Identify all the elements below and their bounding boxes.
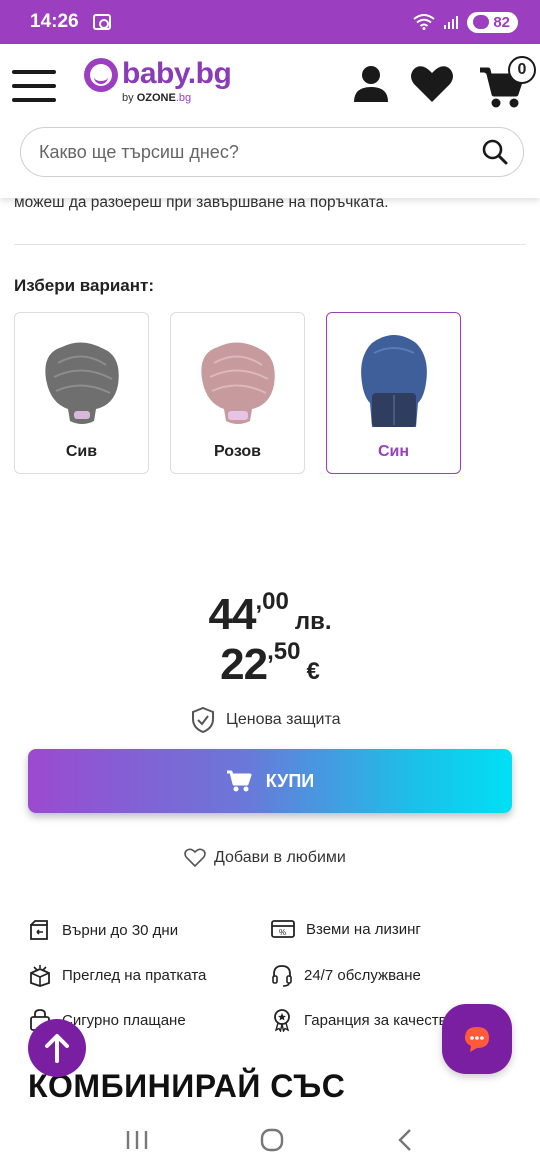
price-protection-label: Ценова защита	[226, 711, 341, 728]
benefit-support: 24/7 обслужване	[270, 963, 421, 987]
benefit-label: Гаранция за качество	[304, 1011, 455, 1029]
footmuff-pink-image	[200, 342, 275, 424]
benefit-label: Сигурно плащане	[62, 1011, 186, 1029]
price-eur-integer: 22	[220, 640, 268, 689]
battery-indicator: 82	[467, 11, 518, 33]
search-icon[interactable]	[481, 138, 509, 166]
price-bgn-decimal: ,00	[255, 588, 289, 615]
open-box-icon	[30, 965, 50, 987]
screenshot-icon	[92, 14, 111, 30]
variant-label: Син	[377, 443, 410, 460]
add-to-favorites[interactable]: Добави в любими	[184, 848, 346, 868]
combine-section-title: КОМБИНИРАЙ СЪС	[28, 1068, 346, 1104]
status-time: 14:26	[30, 11, 79, 32]
buy-button-label: КУПИ	[265, 770, 315, 791]
benefit-label: Върни до 30 дни	[62, 921, 179, 939]
award-icon	[274, 1009, 290, 1032]
variant-label: Розов	[214, 443, 261, 460]
cart-count-badge: 0	[508, 56, 536, 84]
baby-face-icon	[84, 58, 118, 92]
search-bar	[20, 127, 524, 177]
recent-apps-icon[interactable]	[125, 1129, 149, 1151]
svg-text:%: %	[279, 928, 286, 937]
chat-bubble-icon	[465, 1027, 489, 1052]
site-logo[interactable]: baby.bg by OZONE.bg	[84, 57, 232, 104]
android-nav-bar	[0, 1110, 540, 1170]
benefit-return: Върни до 30 дни	[28, 918, 178, 942]
price-bgn: 44,00лв.	[0, 588, 540, 640]
price-protection[interactable]: Ценова защита	[190, 706, 341, 734]
variant-option-grey[interactable]: Сив	[14, 312, 149, 474]
signal-icon	[443, 14, 459, 30]
scroll-to-top-button[interactable]	[28, 1019, 86, 1077]
heart-icon[interactable]	[410, 64, 454, 104]
chat-button[interactable]	[442, 1004, 512, 1074]
status-bar: 14:26 82	[0, 0, 540, 44]
variant-title: Избери вариант:	[14, 276, 154, 295]
variant-option-pink[interactable]: Розов	[170, 312, 305, 474]
buy-button[interactable]: КУПИ	[28, 749, 512, 813]
benefit-quality: Гаранция за качество	[270, 1008, 455, 1032]
benefit-leasing: % Вземи на лизинг	[270, 918, 421, 940]
site-header: baby.bg by OZONE.bg 0	[0, 44, 540, 198]
heart-outline-icon	[184, 848, 206, 868]
home-icon[interactable]	[259, 1127, 285, 1153]
logo-main-text: baby.bg	[122, 57, 232, 90]
headset-icon	[272, 965, 292, 987]
arrow-up-icon	[45, 1034, 69, 1063]
menu-icon[interactable]	[12, 70, 56, 102]
variant-option-blue[interactable]: Син	[326, 312, 461, 474]
footmuff-blue-image	[360, 335, 427, 427]
leasing-card-icon: %	[271, 920, 295, 938]
back-icon[interactable]	[395, 1128, 415, 1152]
user-icon[interactable]	[352, 64, 390, 104]
battery-icon	[473, 15, 490, 29]
add-to-favorites-label: Добави в любими	[214, 849, 346, 866]
benefit-label: Преглед на пратката	[62, 966, 207, 984]
return-box-icon	[30, 920, 48, 940]
price-bgn-integer: 44	[208, 590, 257, 639]
logo-subtext: by OZONE.bg	[122, 92, 192, 104]
battery-level: 82	[493, 13, 510, 31]
search-input[interactable]	[39, 141, 481, 163]
price-bgn-currency: лв.	[294, 608, 332, 635]
wifi-icon	[413, 14, 435, 30]
price-eur-decimal: ,50	[267, 638, 301, 665]
benefit-inspect: Преглед на пратката	[28, 963, 206, 987]
variant-label: Сив	[65, 443, 98, 460]
price-eur-currency: €	[306, 658, 320, 685]
price-eur: 22,50€	[0, 638, 540, 690]
variant-list: Сив Розов Син	[14, 312, 461, 474]
divider	[14, 244, 526, 245]
benefit-label: 24/7 обслужване	[304, 966, 421, 984]
benefit-label: Вземи на лизинг	[306, 920, 421, 938]
shield-check-icon	[192, 706, 214, 734]
cart-icon	[226, 770, 252, 792]
footmuff-grey-image	[44, 342, 119, 424]
